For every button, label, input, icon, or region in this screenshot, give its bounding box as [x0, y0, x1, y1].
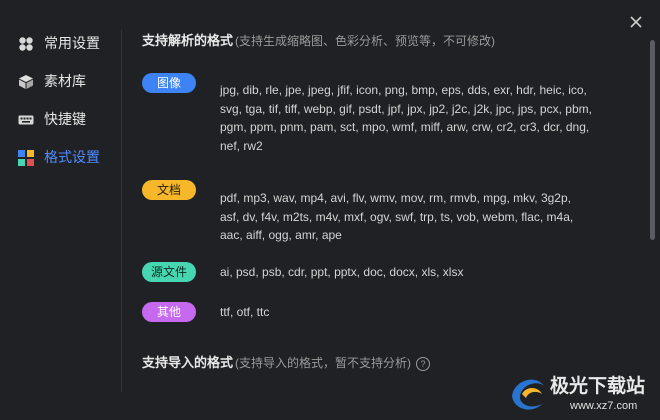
section-note: (支持导入的格式，暂不支持分析) — [235, 356, 412, 370]
section-note: (支持生成缩略图、色彩分析、预览等，不可修改) — [235, 34, 496, 48]
other-formats-list: ttf, otf, ttc — [220, 305, 270, 319]
help-icon[interactable]: ? — [416, 356, 431, 371]
scrollbar-thumb[interactable] — [650, 40, 655, 240]
image-formats-list: jpg, dib, rle, jpe, jpeg, jfif, icon, pn… — [220, 83, 592, 153]
tag-image: 图像 — [142, 73, 196, 93]
keyboard-icon — [18, 115, 34, 125]
sidebar-item-format-settings[interactable]: 格式设置 — [0, 138, 122, 176]
cube-icon — [19, 75, 33, 89]
sidebar-item-common-settings[interactable]: 常用设置 — [0, 24, 122, 62]
watermark-url: www.xz7.com — [569, 400, 637, 412]
sidebar-item-label: 格式设置 — [44, 149, 100, 165]
watermark-logo: 极光下载站 www.xz7.com — [512, 374, 645, 412]
settings-window: 常用设置 素材库 快捷键 格式设置 支持解析的格式 (支持生成缩略图、色彩分析、… — [0, 0, 660, 420]
import-formats-heading: 支持导入的格式 (支持导入的格式，暂不支持分析)? — [142, 352, 431, 371]
sidebar: 常用设置 素材库 快捷键 格式设置 — [0, 24, 122, 176]
sidebar-divider — [121, 30, 122, 392]
sidebar-item-shortcuts[interactable]: 快捷键 — [0, 100, 122, 138]
sidebar-item-label: 常用设置 — [44, 35, 100, 51]
document-formats-list: pdf, mp3, wav, mp4, avi, flv, wmv, mov, … — [220, 191, 574, 243]
watermark-text: 极光下载站 — [550, 374, 645, 397]
tag-source-file: 源文件 — [142, 262, 196, 282]
section-title: 支持解析的格式 — [142, 33, 234, 48]
clover-icon — [19, 37, 33, 51]
close-icon[interactable] — [626, 12, 646, 32]
grid-color-icon — [18, 150, 34, 166]
section-title: 支持导入的格式 — [142, 355, 234, 370]
parse-formats-heading: 支持解析的格式 (支持生成缩略图、色彩分析、预览等，不可修改) — [142, 30, 495, 49]
source-formats-list: ai, psd, psb, cdr, ppt, pptx, doc, docx,… — [220, 265, 464, 279]
sidebar-item-label: 快捷键 — [44, 111, 86, 127]
tag-other: 其他 — [142, 302, 196, 322]
tag-document: 文档 — [142, 180, 196, 200]
sidebar-item-label: 素材库 — [44, 73, 86, 89]
sidebar-item-material-library[interactable]: 素材库 — [0, 62, 122, 100]
